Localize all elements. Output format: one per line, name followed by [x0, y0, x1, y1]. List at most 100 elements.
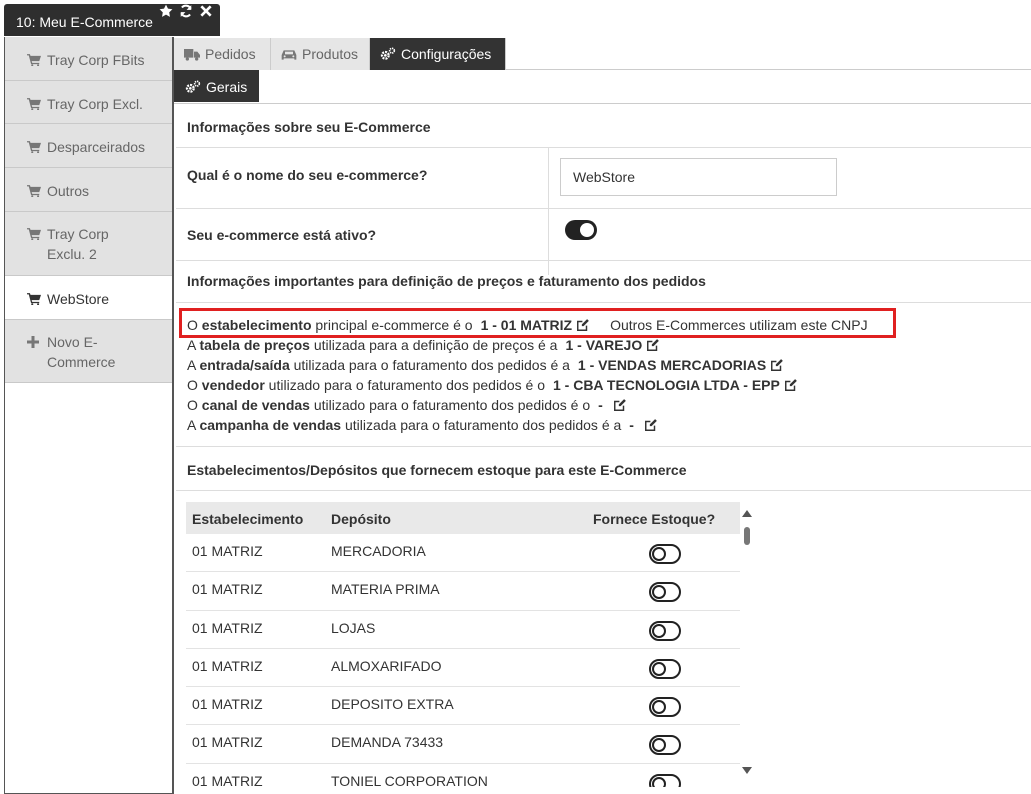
car-icon [281, 50, 297, 60]
campanha-vendas-value: - [629, 417, 634, 433]
cell-deposito: TONIEL CORPORATION [331, 772, 488, 787]
cell-deposito: ALMOXARIFADO [331, 657, 442, 674]
edit-icon[interactable] [770, 358, 784, 372]
cell-estabelecimento: 01 MATRIZ [192, 696, 263, 713]
sidebar-item-label: Novo E-Commerce [47, 334, 116, 370]
fornece-estoque-toggle[interactable] [649, 658, 681, 679]
edit-icon[interactable] [613, 398, 627, 412]
fornece-estoque-toggle[interactable] [649, 735, 681, 756]
cart-icon [27, 289, 41, 305]
fornece-estoque-toggle[interactable] [649, 544, 681, 564]
star-icon[interactable] [159, 4, 173, 18]
subtab-gerais[interactable]: Gerais [174, 70, 259, 102]
info-line-canal-vendas: O canal de vendas utilizado para o fatur… [187, 397, 627, 413]
cell-estabelecimento: 01 MATRIZ [192, 581, 263, 598]
divider [176, 490, 1031, 491]
fornece-estoque-toggle[interactable] [649, 773, 681, 787]
column-header-estabelecimento: Estabelecimento [192, 511, 304, 527]
divider [176, 147, 1031, 148]
cell-estabelecimento: 01 MATRIZ [192, 657, 263, 674]
sidebar-item-label: Outros [47, 183, 90, 199]
ecommerce-name-label: Qual é o nome do seu e-commerce? [187, 167, 428, 183]
settings-content: Informações sobre seu E-Commerce Qual é … [174, 103, 1031, 794]
table-row: 01 MATRIZ MATERIA PRIMA [186, 572, 740, 611]
sidebar-item-label: Tray Corp FBits [47, 52, 145, 68]
info-line-vendedor: O vendedor utilizado para o faturamento … [187, 377, 798, 393]
cell-deposito: DEMANDA 73433 [331, 734, 444, 751]
tab-pedidos[interactable]: Pedidos [174, 38, 271, 70]
section-title-stock-sources: Estabelecimentos/Depósitos que fornecem … [187, 462, 687, 478]
divider [548, 147, 549, 275]
sidebar-item-desparceirados[interactable]: Desparceirados [5, 124, 172, 168]
tab-produtos[interactable]: Produtos [271, 38, 370, 70]
sidebar-item-outros[interactable]: Outros [5, 168, 172, 212]
info-line-tabela-precos: A tabela de preços utilizada para a defi… [187, 337, 660, 353]
table-row: 01 MATRIZ DEMANDA 73433 [186, 725, 740, 764]
window-title: 10: Meu E-Commerce [16, 14, 153, 30]
entrada-saida-value: 1 - VENDAS MERCADORIAS [577, 357, 767, 373]
main-panel: Pedidos Produtos Configurações Gerais In… [173, 37, 1031, 794]
vendedor-value: 1 - CBA TECNOLOGIA LTDA - EPP [552, 377, 780, 393]
plus-icon [27, 332, 41, 348]
info-line-entrada-saida: A entrada/saída utilizada para o faturam… [187, 357, 784, 373]
edit-icon[interactable] [644, 418, 658, 432]
edit-icon[interactable] [646, 338, 660, 352]
truck-icon [184, 49, 200, 61]
cell-deposito: MERCADORIA [331, 543, 426, 559]
cell-estabelecimento: 01 MATRIZ [192, 619, 263, 636]
column-header-fornece-estoque: Fornece Estoque? [593, 511, 716, 527]
table-scrollbar[interactable] [741, 504, 753, 774]
sidebar-item-webstore[interactable]: WebStore [5, 276, 172, 320]
section-title-ecommerce-info: Informações sobre seu E-Commerce [187, 119, 431, 135]
cart-icon [27, 181, 41, 197]
sidebar-item-tray-corp-excl[interactable]: Tray Corp Excl. [5, 81, 172, 124]
highlight-box [179, 308, 896, 338]
tabela-precos-value: 1 - VAREJO [565, 337, 643, 353]
refresh-icon[interactable] [179, 4, 193, 18]
fornece-estoque-toggle[interactable] [649, 582, 681, 603]
cell-deposito: DEPOSITO EXTRA [331, 696, 454, 713]
fornece-estoque-toggle[interactable] [649, 697, 681, 718]
ecommerce-active-label: Seu e-commerce está ativo? [187, 227, 377, 243]
section-title-pricing-info: Informações importantes para definição d… [187, 273, 706, 289]
window-controls [159, 4, 213, 18]
ecommerce-active-toggle[interactable] [565, 220, 597, 240]
tab-configuracoes[interactable]: Configurações [370, 38, 506, 70]
cell-estabelecimento: 01 MATRIZ [192, 772, 263, 787]
sidebar-item-tray-corp-fbits[interactable]: Tray Corp FBits [5, 37, 172, 81]
table-header: Estabelecimento Depósito Fornece Estoque… [186, 502, 740, 534]
cell-estabelecimento: 01 MATRIZ [192, 543, 263, 559]
stock-table: Estabelecimento Depósito Fornece Estoque… [186, 502, 740, 787]
table-row: 01 MATRIZ MERCADORIA [186, 534, 740, 573]
table-row: 01 MATRIZ TONIEL CORPORATION [186, 764, 740, 787]
sidebar-item-tray-corp-exclu-2[interactable]: Tray Corp Exclu. 2 [5, 212, 172, 276]
table-row: 01 MATRIZ ALMOXARIFADO [186, 649, 740, 688]
sidebar-item-label: WebStore [47, 291, 109, 307]
sidebar-item-label: Tray Corp Exclu. 2 [47, 226, 109, 262]
tab-label: Produtos [302, 46, 359, 62]
scroll-thumb[interactable] [744, 527, 750, 545]
divider [176, 302, 1031, 303]
sidebar-item-label: Tray Corp Excl. [47, 96, 143, 112]
ecommerce-name-input[interactable] [560, 158, 837, 196]
sidebar: Tray Corp FBits Tray Corp Excl. Desparce… [4, 37, 173, 794]
sidebar-item-novo-ecommerce[interactable]: Novo E-Commerce [5, 320, 172, 383]
gears-icon [185, 80, 201, 93]
info-line-campanha-vendas: A campanha de vendas utilizada para o fa… [187, 417, 658, 433]
subtab-label: Gerais [206, 79, 248, 95]
cart-icon [27, 224, 41, 240]
column-header-deposito: Depósito [331, 511, 391, 527]
canal-vendas-value: - [598, 397, 603, 413]
divider [176, 446, 1031, 447]
cart-icon [27, 94, 41, 110]
divider [176, 260, 1031, 261]
scroll-down-arrow[interactable] [742, 767, 752, 774]
tab-label: Pedidos [205, 46, 256, 62]
fornece-estoque-toggle[interactable] [649, 620, 681, 641]
scroll-up-arrow[interactable] [742, 510, 752, 517]
cart-icon [27, 137, 41, 153]
cell-deposito: MATERIA PRIMA [331, 581, 440, 598]
edit-icon[interactable] [784, 378, 798, 392]
table-row: 01 MATRIZ DEPOSITO EXTRA [186, 687, 740, 726]
close-icon[interactable] [199, 4, 213, 18]
